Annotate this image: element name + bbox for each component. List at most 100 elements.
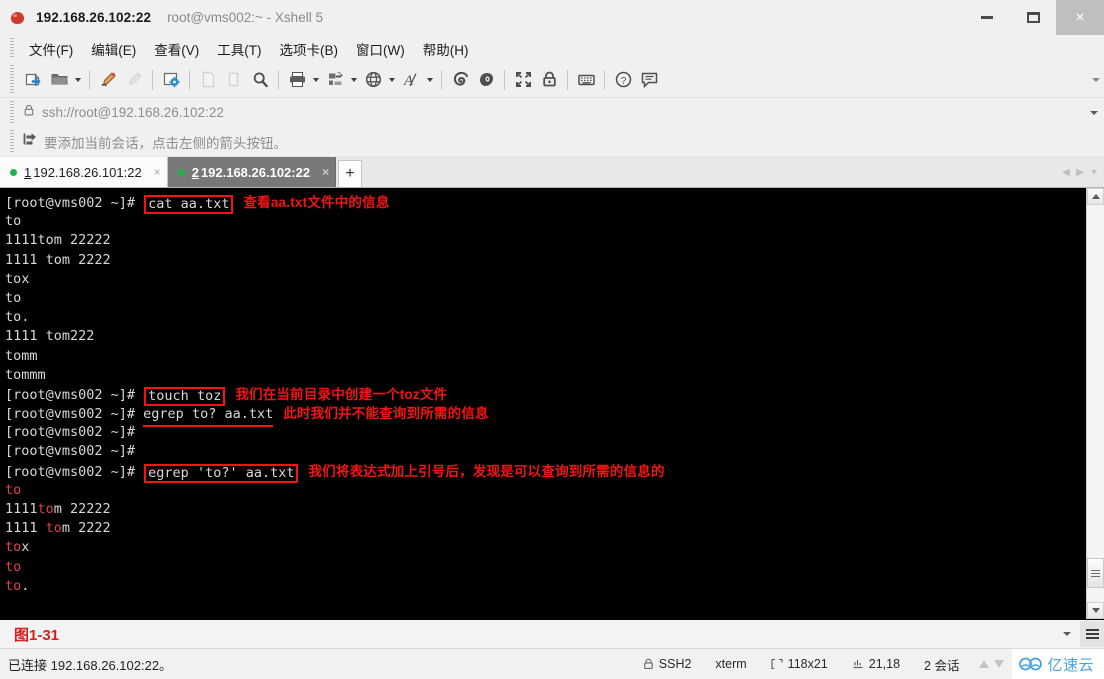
terminal-text: to — [5, 213, 22, 230]
terminal-text: m 22222 — [53, 501, 111, 517]
transfer-dropdown-caret[interactable] — [348, 68, 360, 92]
terminal-text: 1111 — [5, 501, 38, 517]
caption-dropdown-caret[interactable] — [1054, 620, 1080, 648]
folder-dropdown-caret[interactable] — [72, 68, 84, 92]
status-protocol: SSH2 — [631, 657, 704, 671]
hintbar-grip[interactable] — [10, 130, 14, 153]
menu-window[interactable]: 窗口(W) — [347, 37, 414, 61]
cloud-logo-icon — [1019, 657, 1043, 671]
terminal-command-line: [root@vms002 ~]# touch toz 我们在当前目录中创建一个to… — [5, 385, 1086, 406]
tab-scroll-right-icon[interactable]: ▶ — [1073, 157, 1087, 187]
cursor-position-icon — [853, 660, 863, 669]
terminal-text: 1111 tom222 — [5, 328, 95, 345]
tab-bar: 1 192.168.26.101:22 × 2 192.168.26.102:2… — [0, 156, 1104, 188]
help-icon[interactable]: ? — [610, 67, 636, 93]
menubar-grip[interactable] — [10, 38, 14, 59]
menu-tabs[interactable]: 选项卡(B) — [271, 37, 348, 61]
terminal-output-line: to — [5, 289, 1086, 308]
window-controls: × — [964, 0, 1104, 35]
toolbar-separator — [189, 69, 190, 90]
terminal-text: tommm — [5, 366, 46, 383]
terminal-output-line: tox — [5, 538, 1086, 557]
terminal-output-line: tommm — [5, 366, 1086, 385]
toolbar-separator — [604, 69, 605, 90]
globe-icon[interactable] — [360, 67, 386, 93]
font-dropdown-caret[interactable] — [424, 68, 436, 92]
highlight-pen-icon[interactable] — [95, 67, 121, 93]
scroll-track[interactable] — [1087, 205, 1104, 602]
tab-label: 192.168.26.101:22 — [33, 164, 142, 180]
address-bar[interactable]: ssh://root@192.168.26.102:22 — [0, 97, 1104, 127]
tab-session-2[interactable]: 2 192.168.26.102:22 × — [167, 157, 337, 187]
status-transfer-arrows — [971, 660, 1012, 668]
session-properties-icon[interactable] — [158, 67, 184, 93]
lock-icon[interactable] — [536, 67, 562, 93]
annotation-text: 我们将表达式加上引号后，发现是可以查询到所需的信息的 — [308, 463, 665, 479]
address-dropdown-caret[interactable] — [1084, 98, 1104, 127]
xftp-icon[interactable] — [447, 67, 473, 93]
terminal-text: to — [5, 289, 22, 306]
terminal-command-line: [root@vms002 ~]# — [5, 442, 1086, 461]
pen-disabled-icon — [121, 67, 147, 93]
find-icon[interactable] — [247, 67, 273, 93]
caption-menu-icon[interactable] — [1080, 621, 1104, 647]
maximize-button[interactable] — [1010, 0, 1056, 35]
print-dropdown-caret[interactable] — [310, 68, 322, 92]
tab-list-caret-icon[interactable]: ▾ — [1087, 157, 1101, 187]
status-cursor: 21,18 — [840, 657, 912, 671]
toolbar-separator — [504, 69, 505, 90]
toolbar-grip[interactable] — [10, 65, 14, 94]
menu-file[interactable]: 文件(F) — [20, 37, 82, 61]
fullscreen-icon[interactable] — [510, 67, 536, 93]
terminal-text: 1111 — [5, 520, 46, 537]
status-right-group: SSH2 xterm 118x21 21,18 2 会话 亿速云 — [631, 649, 1104, 679]
new-tab-button[interactable]: + — [338, 160, 363, 187]
close-button[interactable]: × — [1056, 0, 1104, 35]
terminal-command-line: [root@vms002 ~]# cat aa.txt 查看aa.txt文件中的信… — [5, 193, 1086, 214]
menu-view[interactable]: 查看(V) — [145, 37, 208, 61]
minimize-button[interactable] — [964, 0, 1010, 35]
scroll-down-arrow[interactable] — [1087, 602, 1104, 619]
terminal-command-line: [root@vms002 ~]# egrep to? aa.txt 此时我们并不能… — [5, 404, 1086, 428]
menu-help[interactable]: 帮助(H) — [414, 37, 478, 61]
tab-close-icon[interactable]: × — [154, 165, 161, 179]
terminal-command: touch toz — [144, 386, 226, 406]
transfer-file-icon[interactable] — [322, 67, 348, 93]
keyboard-icon[interactable] — [573, 67, 599, 93]
watermark-text: 亿速云 — [1047, 656, 1094, 674]
toolbar-overflow-caret[interactable] — [1088, 62, 1104, 97]
terminal-output-line: 1111 tom222 — [5, 327, 1086, 346]
terminal-command-line: [root@vms002 ~]# egrep 'to?' aa.txt 我们将表达… — [5, 462, 1086, 483]
xagent-icon[interactable] — [473, 67, 499, 93]
menu-tools[interactable]: 工具(T) — [208, 37, 270, 61]
scroll-up-arrow[interactable] — [1087, 188, 1104, 205]
add-session-arrow-icon[interactable] — [23, 132, 38, 151]
tab-close-icon[interactable]: × — [322, 165, 329, 179]
new-session-icon[interactable] — [20, 67, 46, 93]
grep-match: to — [45, 520, 62, 537]
print-icon[interactable] — [284, 67, 310, 93]
annotation-text: 我们在当前目录中创建一个toz文件 — [235, 386, 448, 402]
terminal-scrollbar[interactable] — [1086, 188, 1104, 619]
watermark: 亿速云 — [1012, 649, 1104, 679]
font-icon[interactable]: A — [398, 67, 424, 93]
scroll-thumb[interactable] — [1087, 558, 1104, 588]
menu-edit[interactable]: 编辑(E) — [82, 37, 145, 61]
terminal-command: cat aa.txt — [144, 195, 234, 214]
terminal-output-line: to — [5, 481, 1086, 500]
globe-dropdown-caret[interactable] — [386, 68, 398, 92]
xshell-ball-icon — [10, 10, 26, 26]
tab-session-1[interactable]: 1 192.168.26.101:22 × — [0, 157, 168, 187]
addressbar-grip[interactable] — [10, 101, 14, 124]
terminal-output-line: to. — [5, 308, 1086, 327]
open-folder-icon[interactable] — [46, 67, 72, 93]
terminal-text: . — [21, 577, 30, 594]
comment-icon[interactable] — [636, 67, 662, 93]
address-input[interactable]: ssh://root@192.168.26.102:22 — [42, 105, 1084, 120]
paste-disabled-icon — [221, 67, 247, 93]
shell-prompt: [root@vms002 ~]# — [5, 386, 144, 403]
terminal-output[interactable]: [root@vms002 ~]# cat aa.txt 查看aa.txt文件中的信… — [0, 188, 1086, 619]
tab-scroll-left-icon[interactable]: ◀ — [1059, 157, 1073, 187]
terminal-output-line: to — [5, 558, 1086, 577]
toolbar-separator — [567, 69, 568, 90]
